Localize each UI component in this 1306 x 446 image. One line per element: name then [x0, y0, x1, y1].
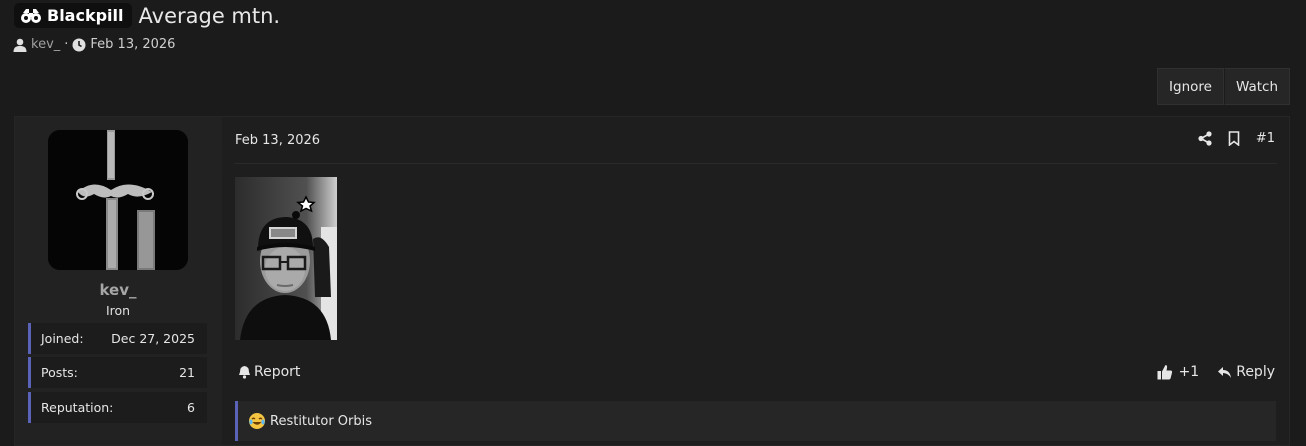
reaction-count[interactable]: +1: [1179, 364, 1200, 380]
reply-icon: [1218, 366, 1232, 378]
user-column: kev_ Iron Joined: Dec 27, 2025 Posts: 21…: [15, 117, 235, 445]
stat-reputation: Reputation: 6: [28, 392, 207, 423]
reply-button[interactable]: Reply: [1217, 364, 1275, 380]
user-icon: [13, 38, 27, 52]
report-label: Report: [254, 364, 301, 380]
avatar[interactable]: [48, 130, 188, 270]
stat-label: Reputation:: [41, 400, 114, 415]
ignore-button[interactable]: Ignore: [1157, 68, 1224, 105]
watch-button[interactable]: Watch: [1223, 68, 1290, 105]
crying-laughing-emoji-icon: [249, 413, 265, 429]
binoculars-icon: [21, 8, 41, 23]
stat-value: Dec 27, 2025: [111, 331, 195, 346]
thread-meta: kev_ · Feb 13, 2026: [13, 37, 175, 52]
post-number-link[interactable]: #1: [1256, 131, 1275, 146]
stat-value: 21: [179, 365, 195, 380]
post-date[interactable]: Feb 13, 2026: [235, 133, 320, 148]
thread-actions: Ignore Watch: [1157, 68, 1290, 105]
post-image[interactable]: [235, 177, 337, 340]
user-rank: Iron: [105, 303, 131, 318]
selfie-photo: [235, 177, 337, 340]
stat-label: Joined:: [41, 331, 84, 346]
thumbs-up-icon[interactable]: [1157, 364, 1173, 380]
stat-label: Posts:: [41, 365, 78, 380]
stat-joined: Joined: Dec 27, 2025: [28, 323, 207, 354]
post: kev_ Iron Joined: Dec 27, 2025 Posts: 21…: [14, 116, 1290, 446]
prefix-badge[interactable]: Blackpill: [14, 3, 132, 28]
share-icon[interactable]: [1198, 131, 1212, 146]
meta-separator: ·: [64, 37, 69, 52]
bookmark-icon[interactable]: [1228, 131, 1240, 146]
sword-avatar-image: [48, 130, 188, 270]
thread-date[interactable]: Feb 13, 2026: [90, 37, 175, 52]
post-tools: #1: [1198, 131, 1275, 146]
clock-icon: [72, 38, 86, 51]
post-actions-right: +1 Reply: [1157, 364, 1275, 380]
report-link[interactable]: Report: [238, 364, 300, 380]
stat-posts: Posts: 21: [28, 357, 207, 388]
username-link[interactable]: kev_: [15, 281, 221, 299]
thread-author-link[interactable]: kev_: [31, 37, 60, 52]
reply-label: Reply: [1236, 364, 1275, 380]
stat-value: 6: [187, 400, 195, 415]
post-main: Feb 13, 2026 #1 Report +1 Reply Restitut…: [222, 117, 1289, 445]
bell-icon: [239, 366, 250, 379]
signature: Restitutor Orbis: [235, 401, 1276, 441]
thread-title: Average mtn.: [138, 3, 281, 28]
prefix-label: Blackpill: [47, 6, 124, 25]
signature-text: Restitutor Orbis: [270, 413, 373, 429]
thread-title-row: Blackpill Average mtn.: [14, 1, 280, 30]
post-header-divider: [234, 163, 1277, 164]
